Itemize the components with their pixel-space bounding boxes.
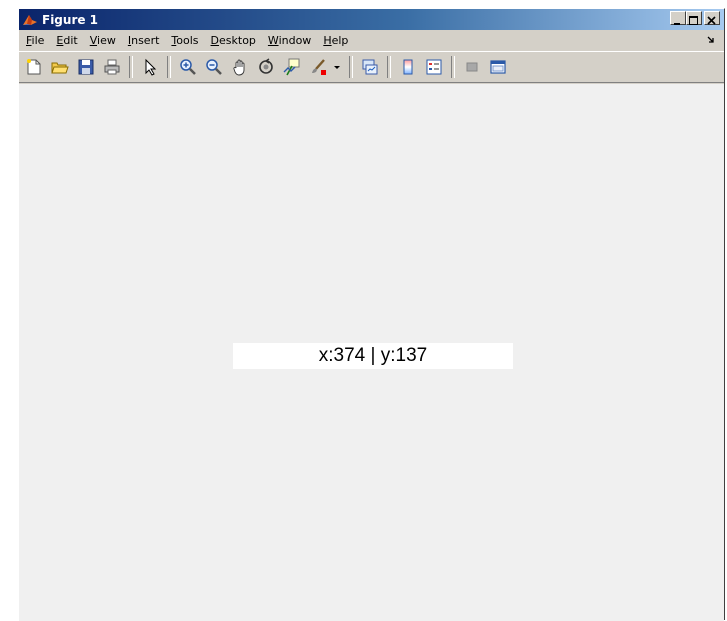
zoom-in-icon[interactable] bbox=[177, 56, 199, 78]
menu-file[interactable]: File bbox=[19, 34, 50, 47]
pan-hand-icon[interactable] bbox=[229, 56, 251, 78]
edit-plot-arrow-icon[interactable] bbox=[139, 56, 161, 78]
window-controls bbox=[670, 11, 720, 25]
show-plot-tools-icon[interactable] bbox=[487, 56, 509, 78]
maximize-icon bbox=[689, 16, 698, 25]
menu-window[interactable]: Window bbox=[262, 34, 317, 47]
menu-view[interactable]: View bbox=[84, 34, 122, 47]
brush-dropdown-icon[interactable] bbox=[333, 56, 341, 78]
dock-arrow-icon[interactable] bbox=[706, 34, 716, 47]
hide-plot-tools-icon[interactable] bbox=[461, 56, 483, 78]
menu-edit[interactable]: Edit bbox=[50, 34, 83, 47]
figure-canvas[interactable]: x:374 | y:137 bbox=[19, 84, 724, 621]
insert-colorbar-icon[interactable] bbox=[397, 56, 419, 78]
save-icon[interactable] bbox=[75, 56, 97, 78]
minimize-button[interactable] bbox=[670, 11, 686, 25]
toolbar-separator bbox=[387, 56, 391, 78]
link-plot-icon[interactable] bbox=[359, 56, 381, 78]
toolbar-separator bbox=[349, 56, 353, 78]
toolbar-separator bbox=[451, 56, 455, 78]
menu-insert[interactable]: Insert bbox=[122, 34, 166, 47]
print-icon[interactable] bbox=[101, 56, 123, 78]
brush-icon[interactable] bbox=[307, 56, 329, 78]
figure-toolbar bbox=[19, 51, 724, 83]
toolbar-separator bbox=[167, 56, 171, 78]
figure-window: Figure 1 File Edit View Insert Tools Des… bbox=[18, 8, 725, 621]
insert-legend-icon[interactable] bbox=[423, 56, 445, 78]
toolbar-separator bbox=[129, 56, 133, 78]
rotate-3d-icon[interactable] bbox=[255, 56, 277, 78]
new-figure-icon[interactable] bbox=[23, 56, 45, 78]
maximize-button[interactable] bbox=[686, 11, 702, 25]
data-cursor-icon[interactable] bbox=[281, 56, 303, 78]
menu-tools[interactable]: Tools bbox=[165, 34, 204, 47]
menu-bar: File Edit View Insert Tools Desktop Wind… bbox=[19, 31, 724, 50]
close-icon bbox=[707, 16, 716, 25]
minimize-icon bbox=[674, 23, 680, 25]
cursor-coordinate-readout: x:374 | y:137 bbox=[233, 343, 513, 369]
matlab-logo-icon bbox=[22, 12, 38, 28]
zoom-out-icon[interactable] bbox=[203, 56, 225, 78]
close-button[interactable] bbox=[704, 11, 720, 25]
menu-help[interactable]: Help bbox=[317, 34, 354, 47]
window-title: Figure 1 bbox=[42, 12, 99, 27]
title-bar[interactable]: Figure 1 bbox=[19, 9, 724, 30]
open-file-icon[interactable] bbox=[49, 56, 71, 78]
menu-desktop[interactable]: Desktop bbox=[205, 34, 262, 47]
